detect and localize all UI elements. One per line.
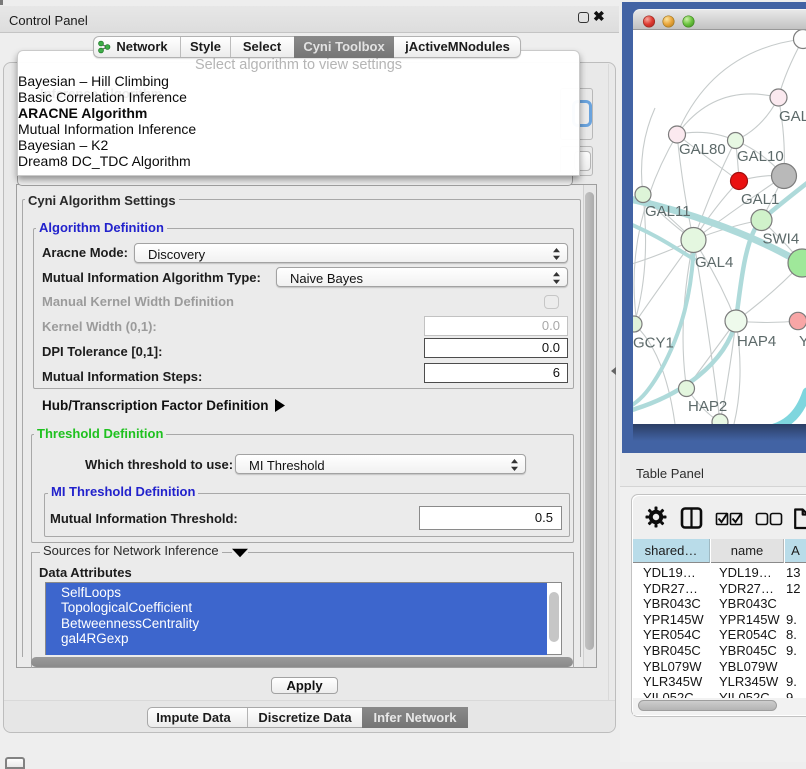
svg-text:GCY1: GCY1 (633, 335, 674, 352)
svg-text:GAL80: GAL80 (679, 141, 726, 158)
svg-text:SWI4: SWI4 (763, 231, 800, 248)
svg-text:GAL7: GAL7 (779, 108, 806, 125)
svg-text:GAL10: GAL10 (737, 148, 784, 165)
svg-text:HAP4: HAP4 (737, 333, 776, 350)
svg-text:HAP2: HAP2 (688, 398, 727, 415)
svg-text:GAL11: GAL11 (645, 203, 691, 220)
svg-text:GAL1: GAL1 (741, 191, 779, 208)
svg-text:GAL4: GAL4 (695, 254, 733, 271)
svg-text:YEL: YEL (799, 333, 806, 350)
